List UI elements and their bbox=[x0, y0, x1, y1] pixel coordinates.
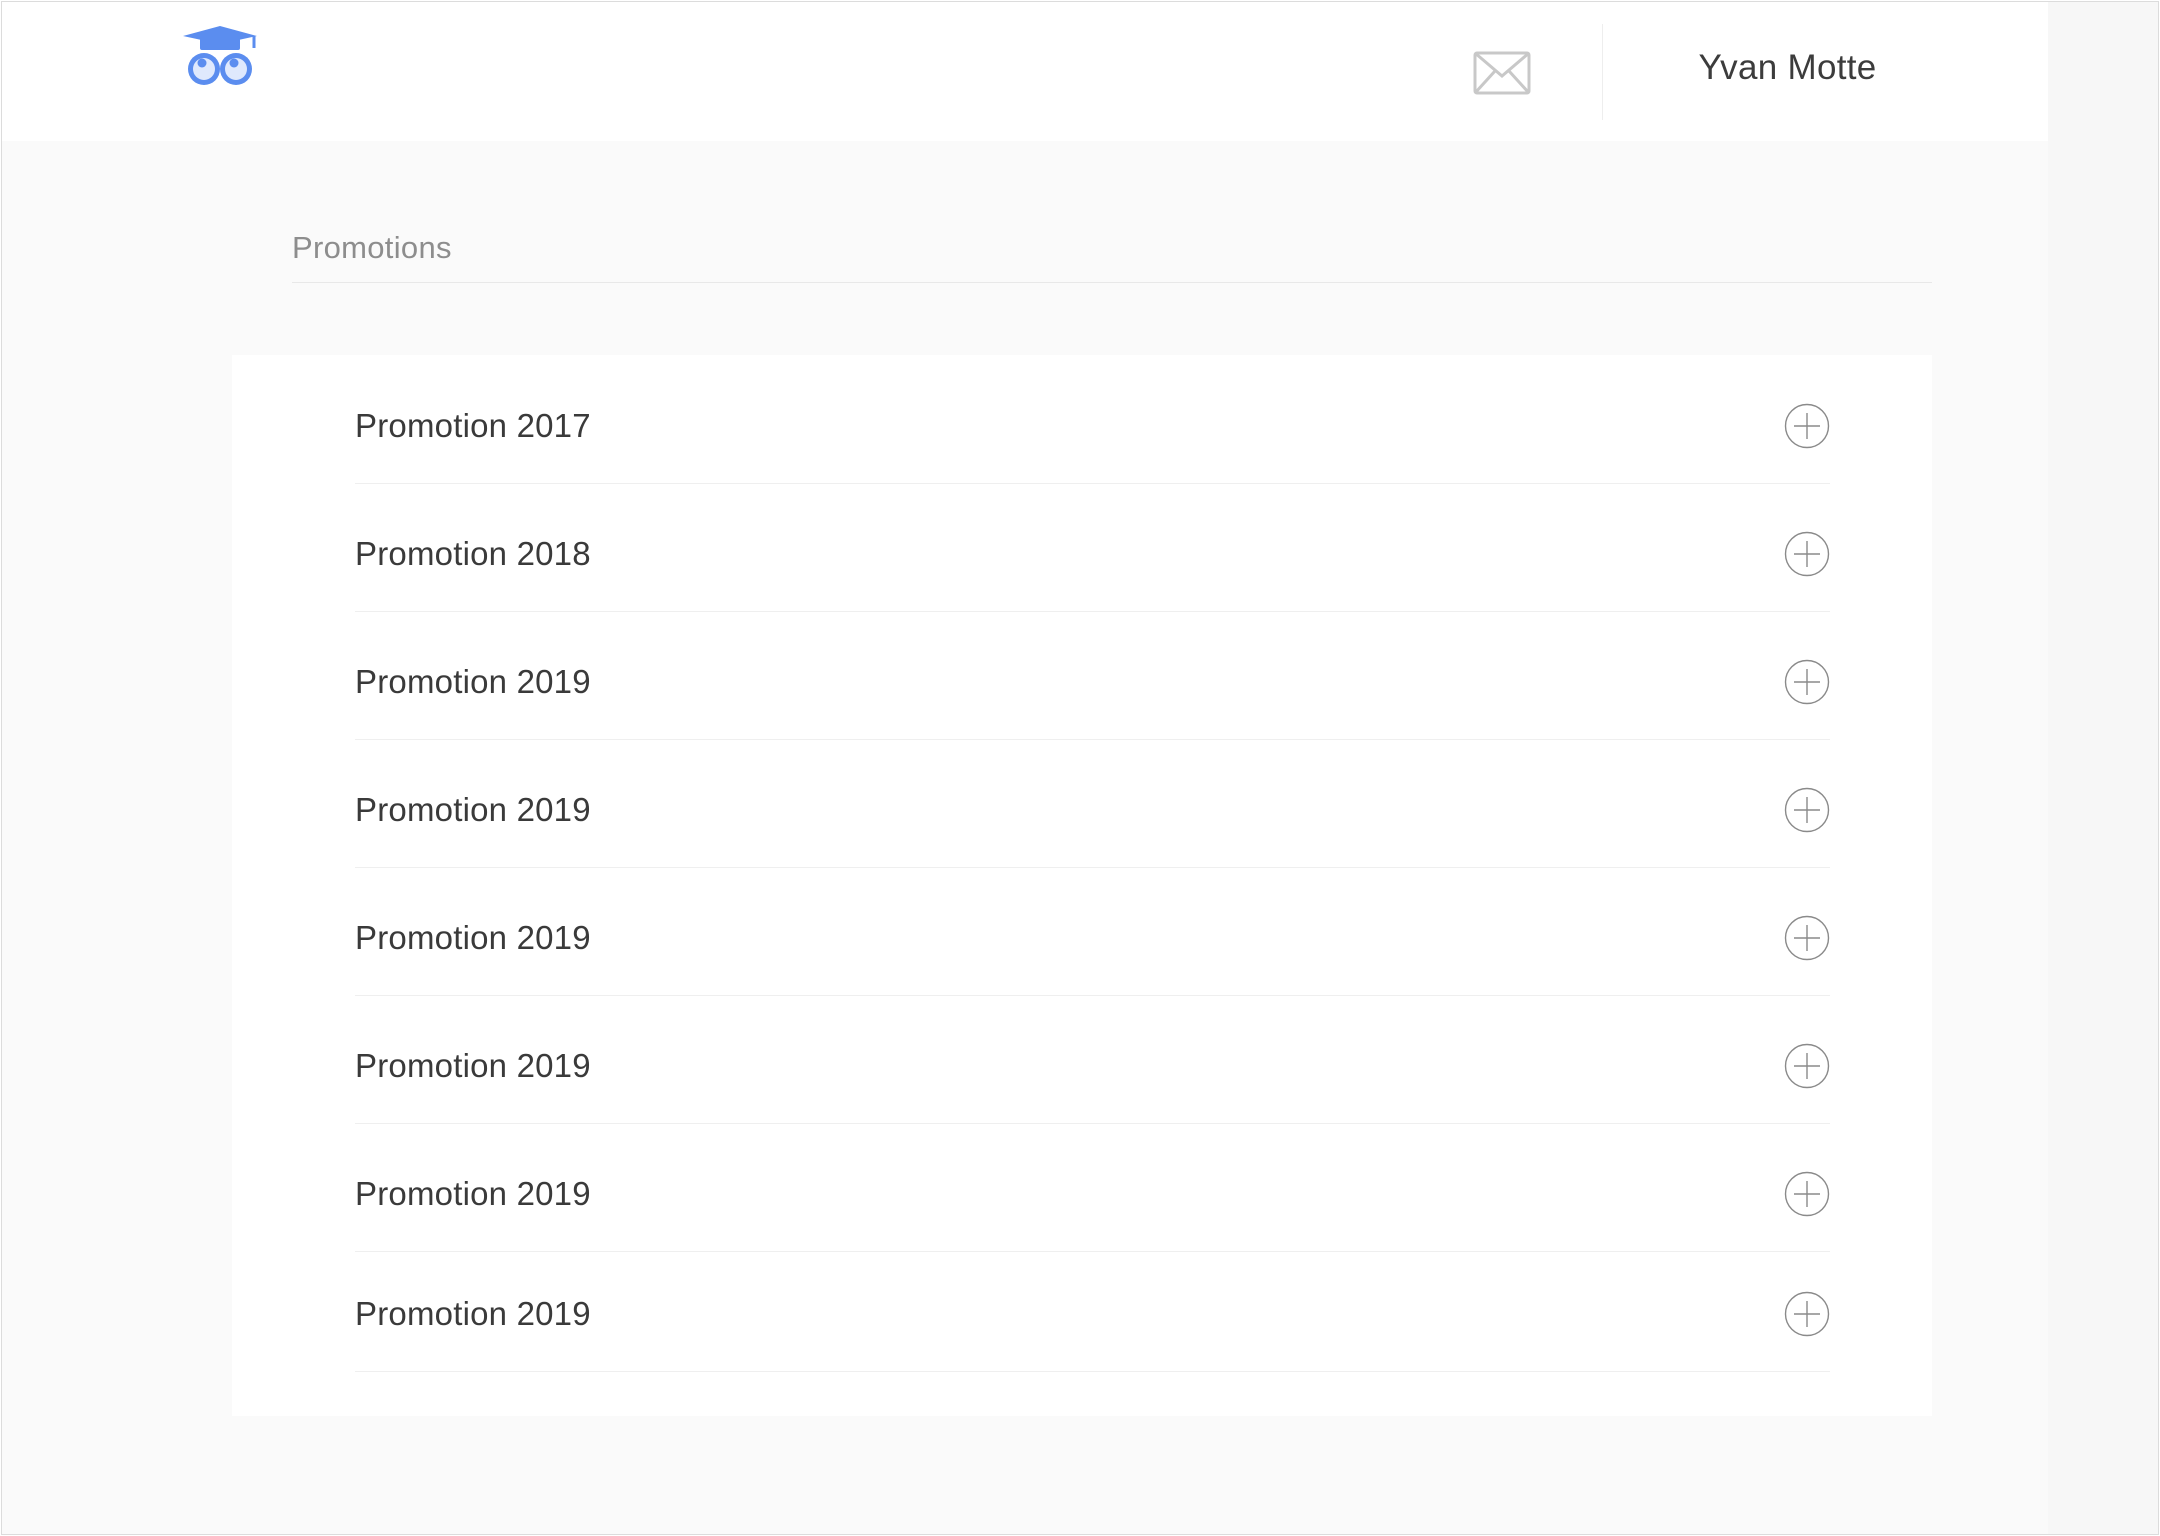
plus-circle-icon[interactable] bbox=[1784, 787, 1830, 833]
promotions-list: Promotion 2017 Promotion 2018 Promotion … bbox=[232, 355, 1932, 1416]
promotion-row[interactable]: Promotion 2017 bbox=[355, 355, 1830, 484]
promotion-label: Promotion 2019 bbox=[355, 919, 591, 956]
title-divider bbox=[292, 282, 1932, 283]
plus-circle-icon[interactable] bbox=[1784, 531, 1830, 577]
envelope-icon[interactable] bbox=[1473, 51, 1531, 95]
promotion-label: Promotion 2018 bbox=[355, 535, 591, 572]
plus-circle-icon[interactable] bbox=[1784, 659, 1830, 705]
plus-circle-icon[interactable] bbox=[1784, 403, 1830, 449]
promotion-row[interactable]: Promotion 2019 bbox=[355, 1123, 1830, 1252]
promotion-label: Promotion 2019 bbox=[355, 1295, 591, 1332]
promotion-label: Promotion 2019 bbox=[355, 1175, 591, 1212]
graduation-owl-logo-icon[interactable] bbox=[180, 24, 260, 90]
plus-circle-icon[interactable] bbox=[1784, 1043, 1830, 1089]
promotion-row[interactable]: Promotion 2019 bbox=[355, 867, 1830, 996]
plus-circle-icon[interactable] bbox=[1784, 1291, 1830, 1337]
plus-circle-icon[interactable] bbox=[1784, 915, 1830, 961]
page-title: Promotions bbox=[292, 230, 452, 265]
promotion-label: Promotion 2019 bbox=[355, 663, 591, 700]
user-name[interactable]: Yvan Motte bbox=[1603, 48, 1972, 88]
plus-circle-icon[interactable] bbox=[1784, 1171, 1830, 1217]
promotion-label: Promotion 2017 bbox=[355, 407, 591, 444]
top-navigation-bar: Yvan Motte bbox=[2, 2, 2048, 141]
promotion-row[interactable]: Promotion 2019 bbox=[355, 739, 1830, 868]
promotion-label: Promotion 2019 bbox=[355, 1047, 591, 1084]
promotion-row[interactable]: Promotion 2019 bbox=[355, 995, 1830, 1124]
promotion-row[interactable]: Promotion 2018 bbox=[355, 483, 1830, 612]
promotion-row[interactable]: Promotion 2019 bbox=[355, 611, 1830, 740]
window-edge bbox=[2048, 2, 2158, 1534]
promotion-row[interactable]: Promotion 2019 bbox=[355, 1243, 1830, 1372]
app-frame: Yvan Motte Promotions Promotion 2017 Pro… bbox=[1, 1, 2159, 1535]
promotion-label: Promotion 2019 bbox=[355, 791, 591, 828]
